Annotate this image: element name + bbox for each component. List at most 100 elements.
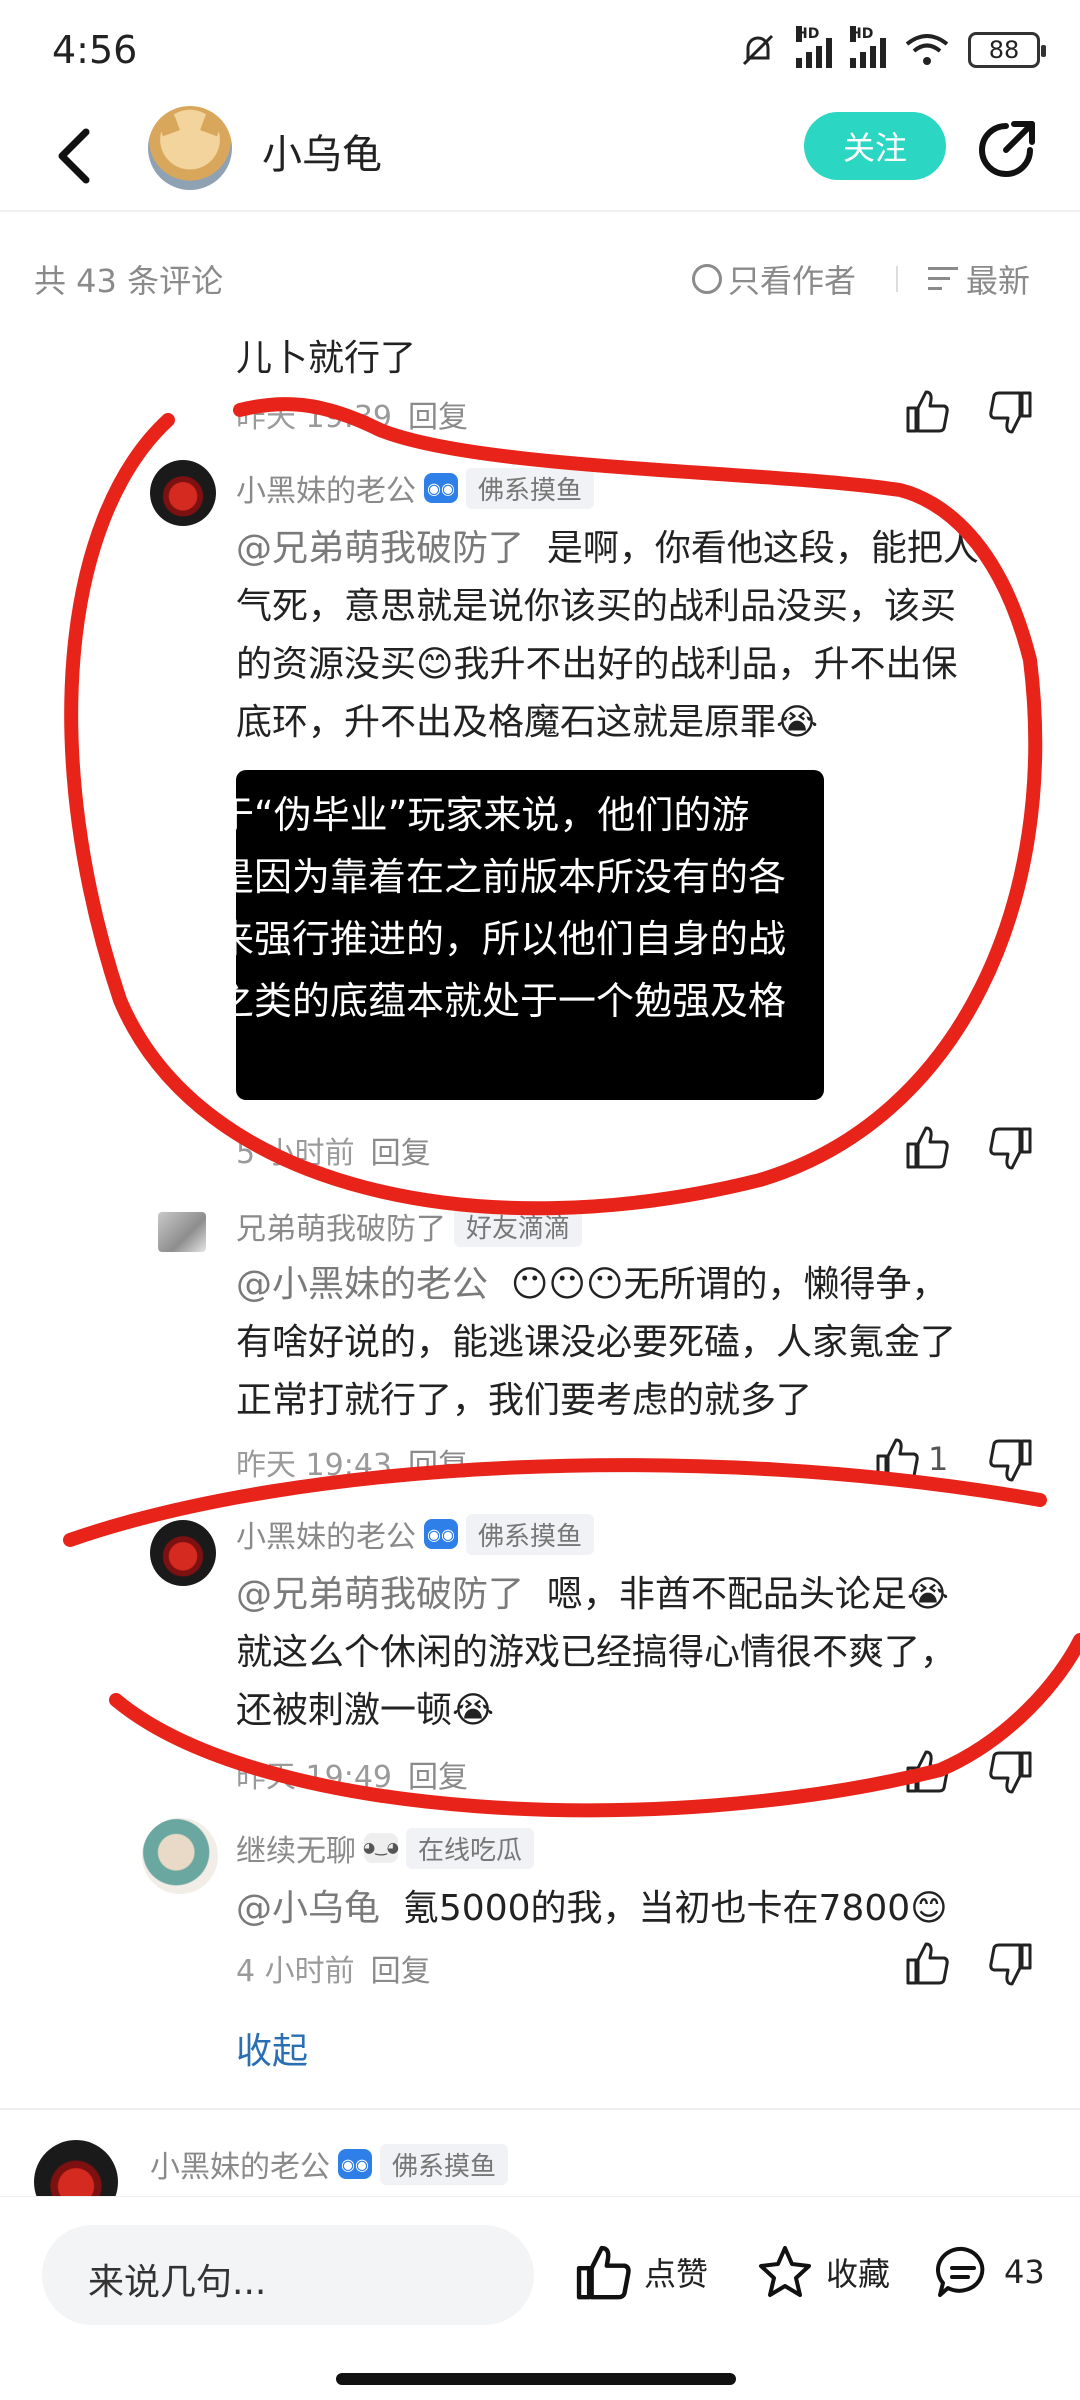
avatar[interactable] (150, 1520, 216, 1586)
comment-line-text: 有啥好说的，能逃课没必要死磕，人家氪金了 (236, 1322, 957, 1363)
comment-username[interactable]: 继续无聊 ◕‿◕ 在线吃瓜 (236, 1826, 535, 1870)
thumb-down-icon[interactable] (988, 1750, 1034, 1796)
star-icon (759, 2246, 811, 2297)
comments-header: 共 43 条评论 只看作者 最新 (0, 232, 1080, 322)
share-icon[interactable] (976, 118, 1038, 180)
red-annotation-overlay (63, 397, 1080, 1818)
reply-button[interactable]: 回复 (408, 1760, 468, 1795)
comment-line-text: 😶😶😶无所谓的，懒得争， (510, 1264, 948, 1305)
thumb-down-icon[interactable] (988, 390, 1034, 436)
wifi-icon (905, 34, 949, 65)
comment-time: 昨天 19:43 (236, 1448, 392, 1483)
reply-button[interactable]: 回复 (408, 400, 468, 435)
thumb-up-icon[interactable] (904, 1940, 950, 1986)
status-bar: 4:56 HD HD 88 (0, 0, 1080, 100)
mention[interactable]: @小乌龟 (236, 1888, 380, 1929)
like-button[interactable]: 点赞 (574, 2243, 708, 2301)
username-text: 小黑妹的老公 (150, 2150, 330, 2185)
reply-button[interactable]: 回复 (408, 1448, 468, 1483)
only-author-toggle[interactable]: 只看作者 (692, 256, 856, 302)
follow-button[interactable]: 关注 (804, 112, 946, 180)
comments-button[interactable]: 43 (934, 2243, 1045, 2301)
comment-username[interactable]: 兄弟萌我破防了 好友滴滴 (236, 1204, 583, 1248)
input-placeholder: 来说几句... (88, 2262, 267, 2303)
comment-image[interactable]: 于“伪毕业”玩家来说，他们的游 是因为靠着在之前版本所没有的各 来强行推进的，所… (236, 770, 824, 1100)
comment-count-label: 43 (1004, 2253, 1045, 2291)
thumb-down-icon[interactable] (988, 1438, 1034, 1484)
comment-time: 昨天 19:49 (236, 1760, 392, 1795)
thumb-down-icon[interactable] (988, 1126, 1034, 1172)
image-text-line: 之类的底蕴本就处于一个勉强及格 (236, 979, 787, 1023)
hd-label-2: HD (850, 26, 874, 42)
comment-line-text: 底环，升不出及格魔石这就是原罪😭 (236, 702, 819, 743)
comment-line-text: 氪5000的我，当初也卡在7800😊 (402, 1888, 948, 1929)
comment-icon (936, 2246, 985, 2297)
home-indicator[interactable] (336, 2373, 736, 2385)
divider (0, 2108, 1080, 2110)
hd-label-1: HD (796, 26, 820, 42)
collect-button[interactable]: 收藏 (756, 2243, 890, 2301)
user-tag: 佛系摸鱼 (380, 2143, 509, 2185)
comment-meta: 5 小时前 回复 (236, 1128, 431, 1172)
thumb-up-icon[interactable] (874, 1436, 920, 1482)
mention[interactable]: @兄弟萌我破防了 (236, 1574, 524, 1615)
bottom-bar: 来说几句... 点赞 收藏 43 (0, 2196, 1080, 2400)
author-avatar[interactable] (148, 106, 232, 190)
thumb-down-icon[interactable] (988, 1942, 1034, 1988)
sort-label: 最新 (966, 262, 1031, 300)
comment-line: @小黑妹的老公 😶😶😶无所谓的，懒得争， (236, 1256, 1036, 1314)
comment-text: 儿卜就行了 (236, 338, 417, 379)
top-nav: 小乌龟 关注 (0, 100, 1080, 212)
comment-line-text: 气死，意思就是说你该买的战利品没买，该买 (236, 586, 957, 627)
comment-username[interactable]: 小黑妹的老公 ◉◉ 佛系摸鱼 (236, 466, 595, 510)
comment-username[interactable]: 小黑妹的老公 ◉◉ 佛系摸鱼 (150, 2142, 509, 2186)
reply-button[interactable]: 回复 (371, 1136, 431, 1171)
comment-time: 5 小时前 (236, 1136, 355, 1171)
username-text: 小黑妹的老公 (236, 474, 416, 509)
comment-line-text: 是啊，你看他这段，能把人 (546, 528, 979, 569)
game-badge-icon: ◉◉ (424, 1519, 458, 1549)
collect-label: 收藏 (826, 2255, 891, 2293)
mention[interactable]: @兄弟萌我破防了 (236, 528, 524, 569)
comment-line: @小乌龟 氪5000的我，当初也卡在7800😊 (236, 1880, 1036, 1938)
signal-icon: HD (796, 26, 832, 68)
comment-line-text: 正常打就行了，我们要考虑的就多了 (236, 1380, 813, 1421)
thumb-up-icon[interactable] (904, 388, 950, 434)
comment-line-text: 嗯，非酋不配品头论足😭 (546, 1574, 949, 1615)
radio-icon (692, 264, 722, 294)
game-badge-icon: ◉◉ (338, 2149, 372, 2179)
sort-button[interactable]: 最新 (928, 256, 1030, 302)
user-tag: 好友滴滴 (454, 1205, 583, 1247)
status-icons: HD HD 88 (738, 26, 1046, 70)
mention[interactable]: @小黑妹的老公 (236, 1264, 488, 1305)
comment-body: @兄弟萌我破防了 嗯，非酋不配品头论足😭 就这么个休闲的游戏已经搞得心情很不爽了… (236, 1566, 1036, 1740)
like-label: 点赞 (644, 2255, 709, 2293)
comment-username[interactable]: 小黑妹的老公 ◉◉ 佛系摸鱼 (236, 1512, 595, 1556)
comment-line-text: 的资源没买😊我升不出好的战利品，升不出保 (236, 644, 958, 685)
thumb-up-icon[interactable] (904, 1124, 950, 1170)
divider (896, 266, 898, 292)
comment-body: @小黑妹的老公 😶😶😶无所谓的，懒得争， 有啥好说的，能逃课没必要死磕，人家氪金… (236, 1256, 1036, 1430)
avatar[interactable] (142, 1818, 218, 1894)
user-tag: 佛系摸鱼 (466, 467, 595, 509)
comment-time: 4 小时前 (236, 1954, 355, 1989)
user-tag: 佛系摸鱼 (466, 1513, 595, 1555)
avatar[interactable] (158, 1212, 206, 1252)
username-text: 兄弟萌我破防了 (236, 1212, 446, 1247)
comment-line-text: 还被刺激一顿😭 (236, 1690, 495, 1731)
thumb-up-icon (576, 2245, 631, 2300)
comment-meta: 昨天 19:43 回复 (236, 1440, 468, 1484)
comment-time: 昨天 19:39 (236, 400, 392, 435)
back-arrow-icon[interactable] (48, 124, 104, 188)
author-name[interactable]: 小乌龟 (262, 122, 382, 180)
user-tag: 在线吃瓜 (406, 1827, 535, 1869)
status-time: 4:56 (52, 28, 138, 72)
comment-line: @兄弟萌我破防了 是啊，你看他这段，能把人 (236, 520, 1036, 578)
thumb-up-icon[interactable] (904, 1748, 950, 1794)
comment-meta: 昨天 19:39 回复 (236, 392, 468, 436)
collapse-replies-button[interactable]: 收起 (236, 2022, 308, 2074)
comment-count: 共 43 条评论 (34, 262, 224, 300)
reply-button[interactable]: 回复 (371, 1954, 431, 1989)
comment-input[interactable]: 来说几句... (42, 2225, 534, 2325)
avatar[interactable] (150, 460, 216, 526)
